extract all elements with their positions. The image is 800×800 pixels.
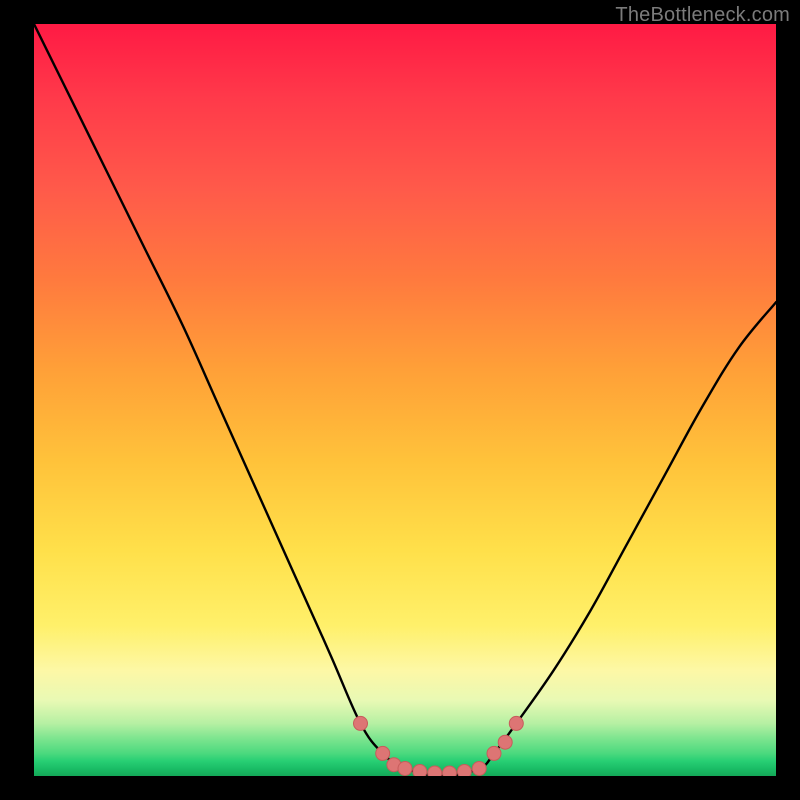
bottleneck-curve <box>34 24 776 776</box>
optimum-marker <box>472 762 486 776</box>
optimum-marker <box>443 766 457 776</box>
plot-area <box>34 24 776 776</box>
chart-frame: TheBottleneck.com <box>0 0 800 800</box>
optimum-marker <box>509 716 523 730</box>
optimum-marker <box>487 746 501 760</box>
watermark-text: TheBottleneck.com <box>615 4 790 27</box>
optimum-marker <box>376 746 390 760</box>
optimum-marker <box>498 735 512 749</box>
optimum-marker <box>457 765 471 777</box>
optimum-marker <box>398 762 412 776</box>
optimum-marker <box>387 758 401 772</box>
optimum-marker <box>428 766 442 776</box>
curve-layer <box>34 24 776 776</box>
optimum-marker <box>354 716 368 730</box>
optimum-markers <box>354 716 524 776</box>
optimum-marker <box>413 765 427 777</box>
